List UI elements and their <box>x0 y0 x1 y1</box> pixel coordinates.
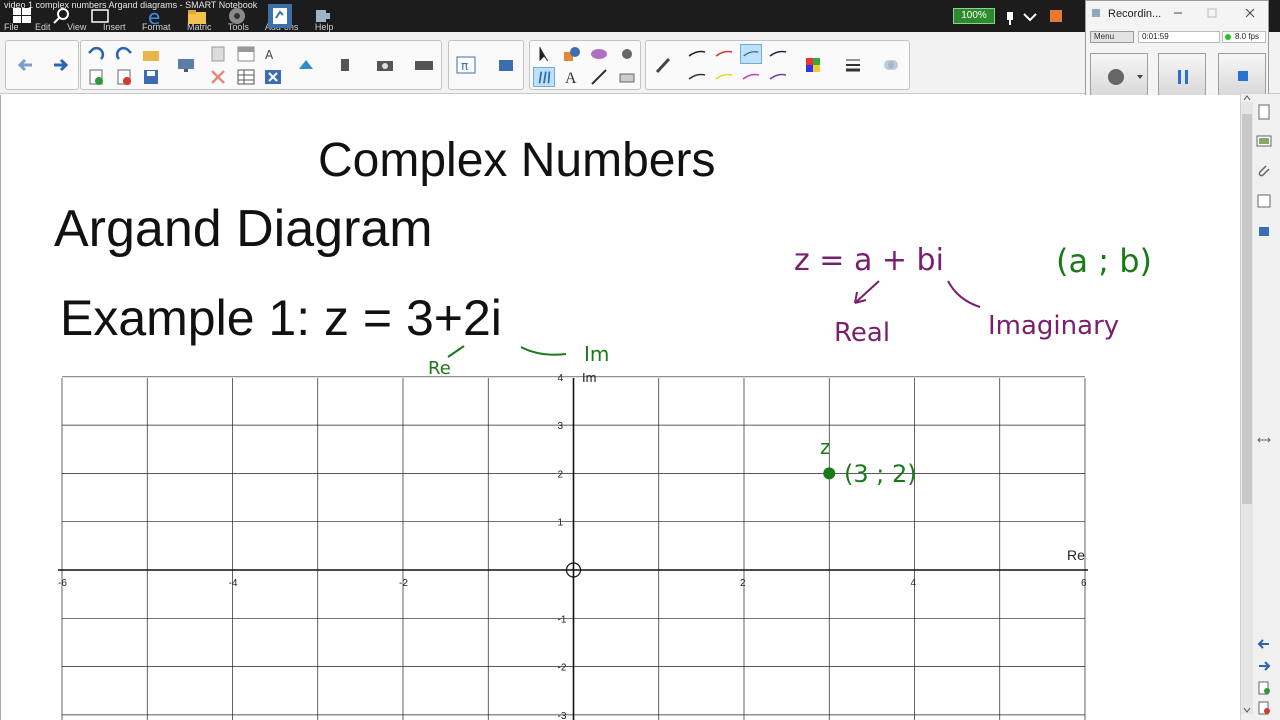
attachments-icon[interactable] <box>1256 163 1272 179</box>
x-tick-label: 2 <box>740 578 746 589</box>
x-tick-label: -2 <box>399 578 408 589</box>
side-panel <box>1240 94 1280 720</box>
y-tick-label: -1 <box>558 614 567 625</box>
argand-diagram: -6 -4 -2 2 4 6 4 3 2 1 -1 -2 -3 Re Im Re Im z = a + … <box>58 242 1152 720</box>
ink-imaginary-word: Imaginary <box>988 311 1119 341</box>
next-page-icon[interactable] <box>1256 658 1272 674</box>
real-axis-label: Re <box>1067 547 1085 563</box>
properties-icon[interactable] <box>1256 193 1272 209</box>
previous-page-icon[interactable] <box>1256 636 1272 652</box>
gallery-icon[interactable] <box>1256 133 1272 149</box>
data-points <box>823 467 836 480</box>
x-tick-label: 4 <box>911 578 917 589</box>
x-tick-label: 6 <box>1081 578 1087 589</box>
y-tick-label: 4 <box>558 373 564 384</box>
ink-point-coords: (3 ; 2) <box>844 460 917 488</box>
ink-im-label: Im <box>584 342 609 366</box>
scroll-up-icon[interactable] <box>1242 94 1252 102</box>
page-sorter-icon[interactable] <box>1256 104 1272 120</box>
point-z <box>823 467 836 480</box>
ink-real-word: Real <box>834 318 890 348</box>
x-tick-label: -6 <box>58 578 67 589</box>
ink-formula: z = a + bi <box>794 243 944 278</box>
delete-page-icon[interactable] <box>1256 700 1272 716</box>
ink-real-arrow <box>854 280 880 304</box>
ink-ordered-pair: (a ; b) <box>1056 242 1152 280</box>
y-tick-label: -2 <box>558 663 567 674</box>
resize-handle-icon[interactable] <box>1256 432 1272 448</box>
ink-imaginary-arrow <box>947 280 981 308</box>
y-tick-label: 1 <box>558 518 564 529</box>
y-tick-label: 3 <box>558 421 564 432</box>
x-tick-label: -4 <box>229 578 238 589</box>
scroll-down-icon[interactable] <box>1242 706 1252 714</box>
add-ons-icon[interactable] <box>1256 223 1272 239</box>
ink-im-pointer <box>520 346 567 356</box>
add-page-icon[interactable] <box>1256 680 1272 696</box>
imaginary-axis-label: Im <box>582 370 596 385</box>
y-tick-label: 2 <box>558 469 564 480</box>
close-icon[interactable] <box>1244 7 1256 19</box>
y-tick-label: -3 <box>558 711 567 720</box>
scrollbar-thumb[interactable] <box>1242 114 1252 504</box>
ink-re-label: Re <box>428 358 451 379</box>
ink-point-name: z <box>820 435 831 459</box>
ink-re-pointer <box>447 345 465 358</box>
axes <box>58 378 1088 720</box>
